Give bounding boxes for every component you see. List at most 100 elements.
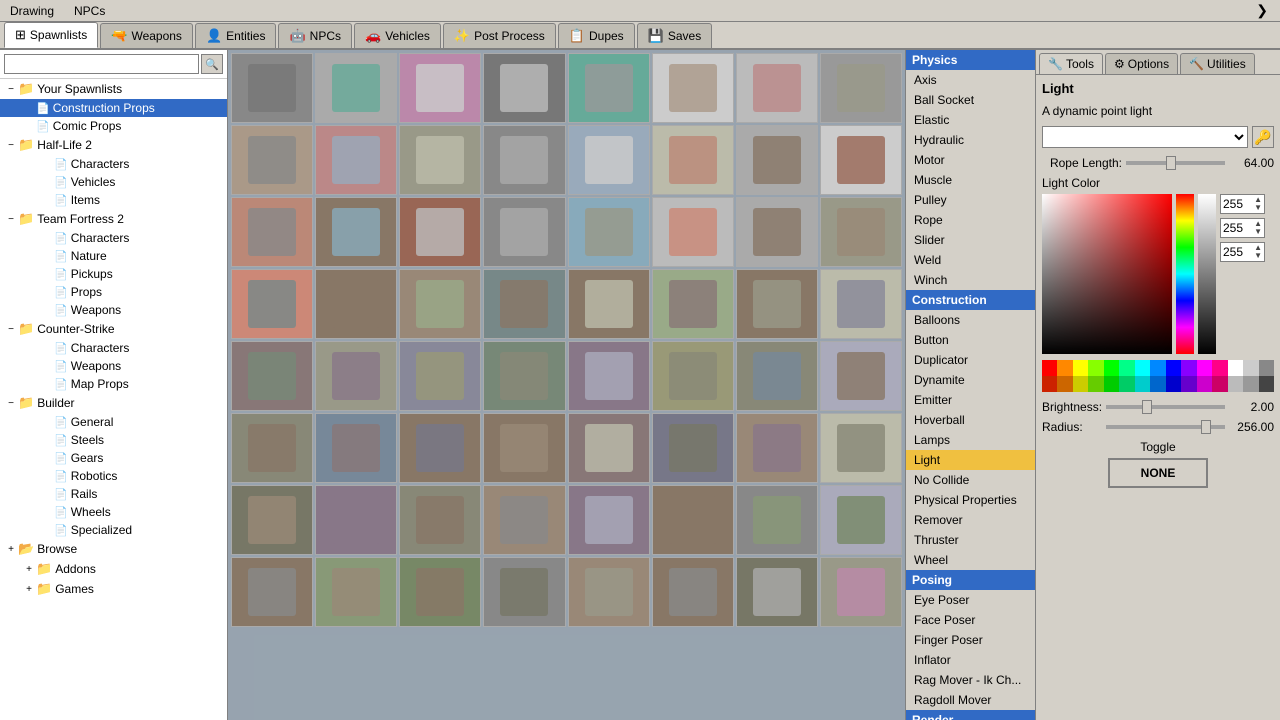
eyedropper-button[interactable]: 🔑	[1252, 126, 1274, 148]
rgb-r-spinner[interactable]: 255 ▲ ▼	[1220, 194, 1265, 214]
collapse-arrow[interactable]: ❯	[1250, 0, 1274, 21]
menu-drawing[interactable]: Drawing	[6, 2, 58, 20]
menu-npcs[interactable]: NPCs	[70, 2, 109, 20]
tree-item-tf2-pickups[interactable]: 📄Pickups	[0, 265, 227, 283]
rgb-r-down[interactable]: ▼	[1254, 204, 1262, 212]
grid-item[interactable]	[820, 485, 902, 555]
palette-cell[interactable]	[1243, 376, 1258, 392]
alpha-strip[interactable]	[1198, 194, 1216, 354]
constraint-item-emitter[interactable]: Emitter	[906, 390, 1035, 410]
tree-item-builder-steels[interactable]: 📄Steels	[0, 431, 227, 449]
grid-item[interactable]	[820, 53, 902, 123]
constraint-item-inflator[interactable]: Inflator	[906, 650, 1035, 670]
grid-item[interactable]	[399, 341, 481, 411]
constraint-item-winch[interactable]: Winch	[906, 270, 1035, 290]
rope-length-track[interactable]	[1126, 161, 1225, 165]
model-grid-scroll[interactable]	[228, 50, 905, 720]
palette-cell[interactable]	[1243, 360, 1258, 376]
tab-vehicles[interactable]: 🚗 Vehicles	[354, 23, 441, 48]
grid-item[interactable]	[568, 125, 650, 195]
constraint-item-eye-poser[interactable]: Eye Poser	[906, 590, 1035, 610]
grid-item[interactable]	[820, 197, 902, 267]
tree-item-half-life-2[interactable]: −📁Half-Life 2	[0, 135, 227, 155]
constraint-item-no-collide[interactable]: No Collide	[906, 470, 1035, 490]
constraint-item-ragdoll-mover[interactable]: Ragdoll Mover	[906, 690, 1035, 710]
palette-cell[interactable]	[1073, 376, 1088, 392]
color-gradient-box[interactable]	[1042, 194, 1172, 354]
grid-item[interactable]	[736, 197, 818, 267]
tab-spawnlists[interactable]: ⊞ Spawnlists	[4, 22, 98, 48]
tree-item-comic-props[interactable]: 📄Comic Props	[0, 117, 227, 135]
grid-item[interactable]	[568, 413, 650, 483]
palette-cell[interactable]	[1042, 360, 1057, 376]
tree-item-builder-robotics[interactable]: 📄Robotics	[0, 467, 227, 485]
constraint-item-light[interactable]: Light	[906, 450, 1035, 470]
constraint-item-slider[interactable]: Slider	[906, 230, 1035, 250]
grid-item[interactable]	[399, 197, 481, 267]
grid-item[interactable]	[399, 557, 481, 627]
palette-cell[interactable]	[1135, 376, 1150, 392]
grid-item[interactable]	[315, 557, 397, 627]
tree-item-cs-weapons[interactable]: 📄Weapons	[0, 357, 227, 375]
grid-item[interactable]	[399, 485, 481, 555]
constraint-item-weld[interactable]: Weld	[906, 250, 1035, 270]
grid-item[interactable]	[736, 269, 818, 339]
grid-item[interactable]	[568, 53, 650, 123]
constraint-item-physical-properties[interactable]: Physical Properties	[906, 490, 1035, 510]
grid-item[interactable]	[483, 197, 565, 267]
grid-item[interactable]	[820, 125, 902, 195]
tree-toggle-your-spawnlists[interactable]: −	[4, 84, 18, 95]
grid-item[interactable]	[652, 341, 734, 411]
grid-item[interactable]	[652, 485, 734, 555]
palette-cell[interactable]	[1119, 376, 1134, 392]
tree-toggle-browse-addons[interactable]: +	[22, 564, 36, 575]
rgb-g-spinner[interactable]: 255 ▲ ▼	[1220, 218, 1265, 238]
rgb-b-spinner[interactable]: 255 ▲ ▼	[1220, 242, 1265, 262]
grid-item[interactable]	[231, 125, 313, 195]
palette-cell[interactable]	[1212, 376, 1227, 392]
radius-slider[interactable]	[1106, 425, 1225, 429]
grid-item[interactable]	[231, 341, 313, 411]
constraint-item-elastic[interactable]: Elastic	[906, 110, 1035, 130]
grid-item[interactable]	[736, 125, 818, 195]
right-tab-utilities[interactable]: 🔨 Utilities	[1180, 53, 1255, 74]
rope-length-thumb[interactable]	[1166, 156, 1176, 170]
palette-cell[interactable]	[1057, 360, 1072, 376]
constraint-item-duplicator[interactable]: Duplicator	[906, 350, 1035, 370]
constraint-item-hydraulic[interactable]: Hydraulic	[906, 130, 1035, 150]
palette-cell[interactable]	[1073, 360, 1088, 376]
grid-item[interactable]	[315, 53, 397, 123]
right-tab-options[interactable]: ⚙ Options	[1105, 53, 1178, 74]
constraint-item-balloons[interactable]: Balloons	[906, 310, 1035, 330]
grid-item[interactable]	[652, 413, 734, 483]
palette-cell[interactable]	[1150, 360, 1165, 376]
palette-cell[interactable]	[1181, 360, 1196, 376]
palette-cell[interactable]	[1088, 360, 1103, 376]
tree-item-your-spawnlists[interactable]: −📁Your Spawnlists	[0, 79, 227, 99]
palette-cell[interactable]	[1228, 360, 1243, 376]
tree-item-browse[interactable]: +📂Browse	[0, 539, 227, 559]
grid-item[interactable]	[315, 341, 397, 411]
rgb-b-arrows[interactable]: ▲ ▼	[1254, 244, 1262, 260]
constraint-item-lamps[interactable]: Lamps	[906, 430, 1035, 450]
palette-cell[interactable]	[1104, 376, 1119, 392]
tab-npcs[interactable]: 🤖 NPCs	[278, 23, 352, 48]
palette-cell[interactable]	[1088, 376, 1103, 392]
light-dropdown[interactable]	[1042, 126, 1248, 148]
tree-item-browse-addons[interactable]: +📁Addons	[0, 559, 227, 579]
grid-item[interactable]	[483, 341, 565, 411]
palette-cell[interactable]	[1181, 376, 1196, 392]
grid-item[interactable]	[315, 269, 397, 339]
tree-item-team-fortress-2[interactable]: −📁Team Fortress 2	[0, 209, 227, 229]
grid-item[interactable]	[231, 53, 313, 123]
grid-item[interactable]	[652, 125, 734, 195]
palette-cell[interactable]	[1212, 360, 1227, 376]
search-input[interactable]	[4, 54, 199, 74]
constraint-item-axis[interactable]: Axis	[906, 70, 1035, 90]
tab-dupes[interactable]: 📋 Dupes	[558, 23, 635, 48]
tree-toggle-team-fortress-2[interactable]: −	[4, 214, 18, 225]
grid-item[interactable]	[568, 341, 650, 411]
tree-item-tf2-props[interactable]: 📄Props	[0, 283, 227, 301]
grid-item[interactable]	[315, 485, 397, 555]
palette-cell[interactable]	[1135, 360, 1150, 376]
